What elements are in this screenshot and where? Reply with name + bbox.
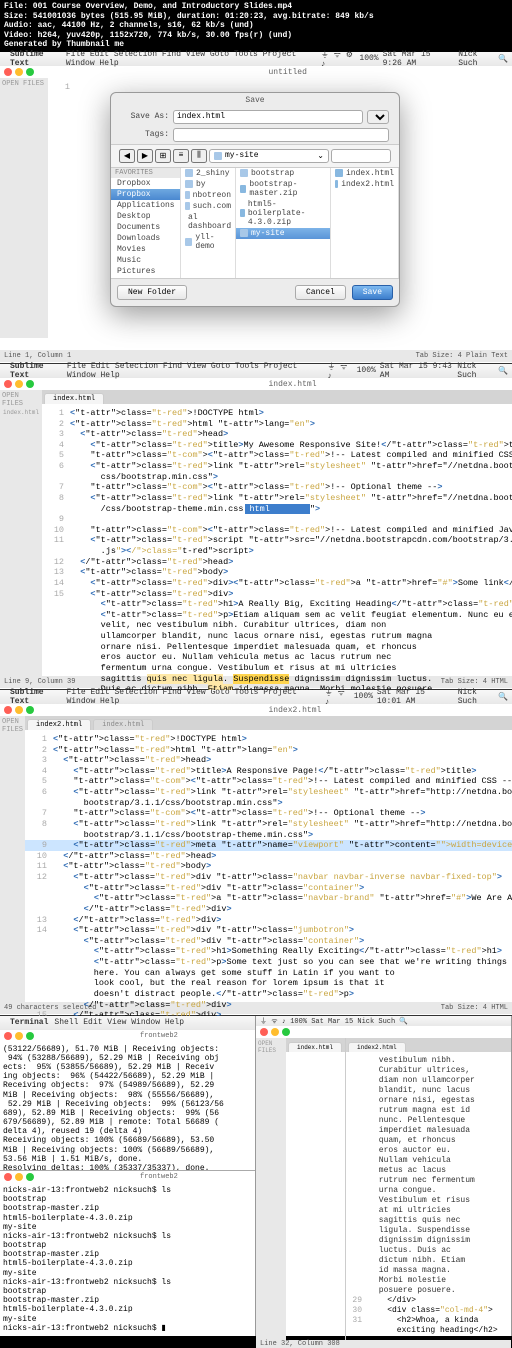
file-column-3[interactable]: index.htmlindex2.html — [331, 168, 399, 278]
back-button[interactable]: ◀ — [119, 149, 135, 163]
search-icon[interactable]: 🔍 — [498, 54, 508, 64]
editor-tab[interactable]: index.html — [44, 393, 104, 404]
save-as-label: Save As: — [121, 112, 169, 121]
view-icon-button[interactable]: ⊞ — [155, 149, 171, 163]
path-selector[interactable]: my-site⌄ — [209, 149, 329, 163]
video-metadata: File: 001 Course Overview, Demo, and Int… — [0, 0, 512, 52]
save-button[interactable]: Save — [352, 285, 393, 300]
search-field[interactable] — [331, 149, 391, 163]
wifi-icon: ⏚ ᯤ ⚙ ♪ — [321, 49, 356, 69]
open-files-sidebar: OPEN FILES — [0, 716, 25, 1002]
editor[interactable]: 1<"t-attr">class="t-red">!DOCTYPE html>2… — [25, 730, 512, 1036]
menu-items[interactable]: File Edit Selection Find View Goto Tools… — [66, 50, 315, 68]
editor-tab[interactable]: index.html — [93, 719, 153, 730]
terminal[interactable]: nicks-air-13:frontweb2 nicksuch$ ls boot… — [0, 1183, 255, 1336]
terminal[interactable]: (53122/56689), 51.70 MiB | Receiving obj… — [0, 1042, 255, 1170]
editor-tab[interactable]: index.html — [288, 1042, 342, 1052]
window-title: untitled — [269, 68, 277, 76]
tags-label: Tags: — [121, 130, 169, 139]
status-area: ⏚ ᯤ ⚙ ♪ 100% Sat Mar 15 9:26 AM Nick Suc… — [321, 49, 508, 69]
editor-tab[interactable]: index2.html — [27, 719, 91, 730]
editor[interactable]: vestibulum nibh. Curabitur ultrices, dia… — [346, 1052, 511, 1340]
cancel-button[interactable]: Cancel — [295, 285, 346, 300]
favorites-sidebar[interactable]: FAVORITES DropboxPropboxApplicationsDesk… — [111, 168, 181, 278]
menubar[interactable]: Sublime TextFile Edit Selection Find Vie… — [0, 690, 512, 704]
history-dropdown[interactable] — [367, 110, 389, 124]
new-folder-button[interactable]: New Folder — [117, 285, 187, 300]
open-files-sidebar: OPEN FILES index.html — [0, 390, 42, 676]
app-name: Sublime Text — [10, 50, 60, 68]
open-files-sidebar: OPEN FILES — [0, 78, 48, 338]
filename-input[interactable] — [173, 110, 363, 124]
editor[interactable]: 1<"t-attr">class="t-red">!DOCTYPE html>2… — [42, 404, 512, 699]
menubar[interactable]: Sublime Text File Edit Selection Find Vi… — [0, 52, 512, 66]
dialog-title: Save — [111, 93, 399, 108]
view-list-button[interactable]: ≡ — [173, 149, 189, 163]
editor-tab[interactable]: index2.html — [348, 1042, 406, 1052]
fwd-button[interactable]: ▶ — [137, 149, 153, 163]
terminal-menubar[interactable]: TerminalShell Edit View Window Help — [0, 1016, 255, 1030]
file-column-1[interactable]: 2_shinybynbotreonsuch.comal dashboardyll… — [181, 168, 236, 278]
tags-input[interactable] — [173, 128, 389, 142]
save-dialog: Save Save As: Tags: ◀ ▶ ⊞ ≡ ⫼ my-site⌄ F… — [110, 92, 400, 307]
file-column-2[interactable]: bootstrapbootstrap-master.ziphtml5-boile… — [236, 168, 331, 278]
view-col-button[interactable]: ⫼ — [191, 149, 207, 163]
menubar[interactable]: Sublime TextFile Edit Selection Find Vie… — [0, 364, 512, 378]
